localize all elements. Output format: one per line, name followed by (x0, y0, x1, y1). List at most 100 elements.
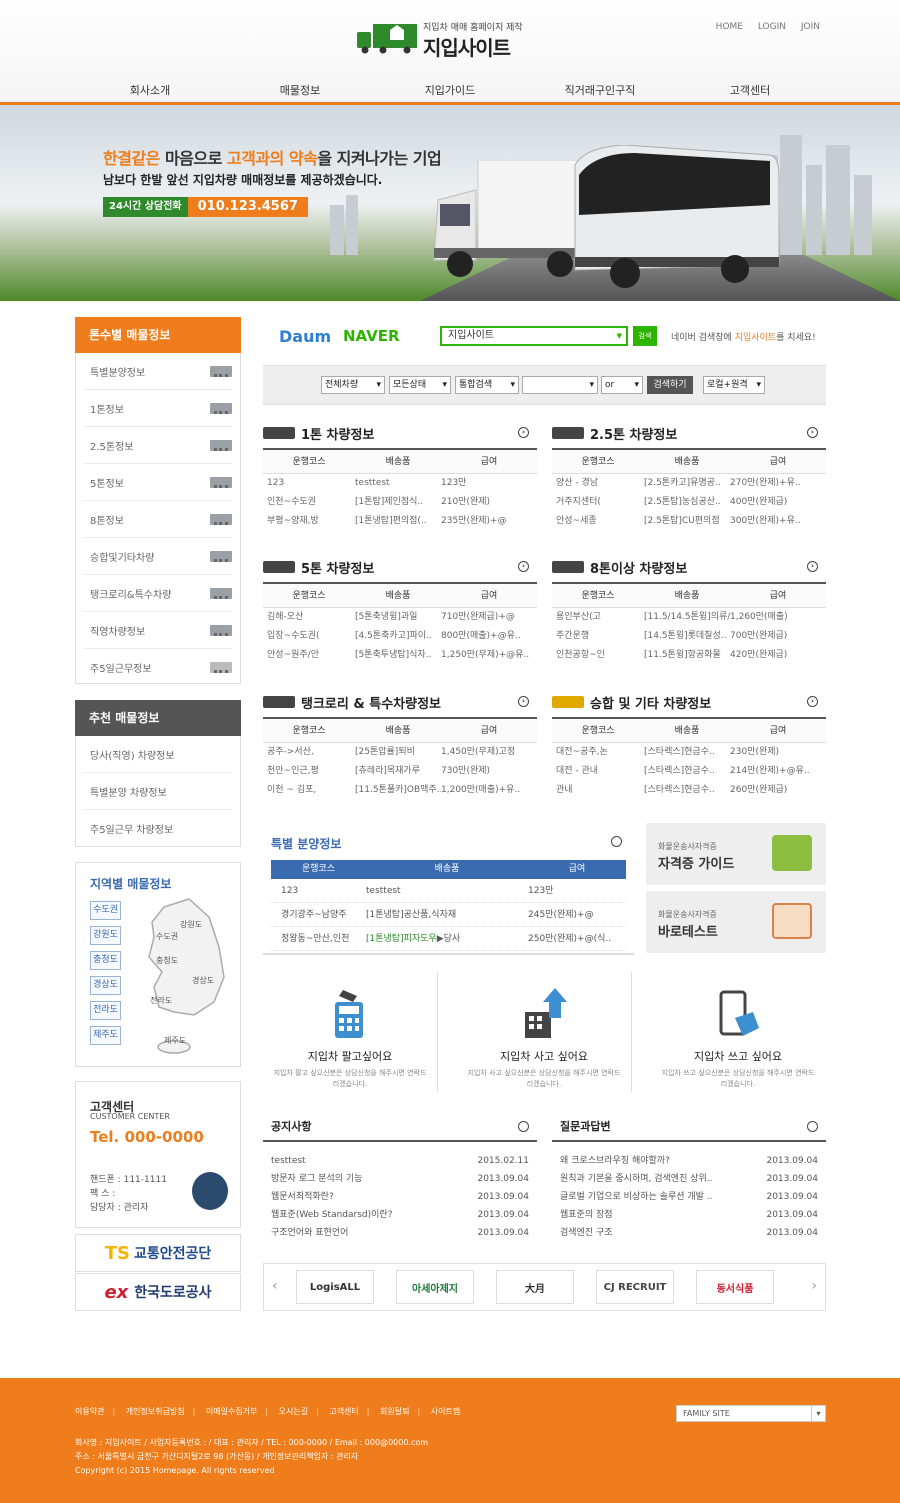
table-row[interactable]: 관내 [스타렉스]현금수.. 260만(완제급) (552, 781, 826, 800)
table-row[interactable]: 김해-오산 [5톤축냉윙]과일 710만(완제급)+@ (263, 608, 537, 627)
region-chungcheong[interactable]: 충청도 (90, 951, 121, 970)
rec-5day[interactable]: 주5일근무 차량정보 (84, 810, 232, 847)
partner-asia[interactable]: 아세아제지 (396, 1270, 474, 1304)
home-link[interactable]: HOME (716, 22, 743, 32)
footer-email-refuse[interactable]: 이메일수집거부 (206, 1407, 258, 1416)
nav-company[interactable]: 회사소개 (75, 80, 225, 102)
site-logo[interactable]: 지입차 매매 홈페이지 제작 지입사이트 (357, 18, 527, 60)
service-use[interactable]: 지입차 쓰고 싶어요 지입차 쓰고 싶으신분은 상담신청을 해주시면 연락드리겠… (641, 972, 835, 1098)
service-buy[interactable]: 지입차 사고 싶어요 지입차 사고 싶으신분은 상담신청을 해주시면 연락드리겠… (447, 972, 641, 1098)
list-item[interactable]: 원칙과 기본을 중시하며, 검색엔진 상위.. 2013.09.04 (552, 1170, 826, 1188)
more-icon[interactable]: › (807, 427, 818, 438)
table-row[interactable]: 인천~수도권 [1톤탑]제인점식.. 210만(완제) (263, 493, 537, 512)
more-icon[interactable]: › (807, 561, 818, 572)
table-row[interactable]: 정왕동~안산,인천 [1톤냉탑]피자도우▶당사 250만(완제)+@(식.. (271, 927, 626, 951)
list-item[interactable]: 검색엔진 구조 2013.09.04 (552, 1224, 826, 1242)
board-title[interactable]: 탱크로리 & 특수차량정보 › (263, 687, 537, 719)
footer-sitemap[interactable]: 사이트맵 (431, 1407, 460, 1416)
join-link[interactable]: JOIN (801, 22, 820, 32)
list-item[interactable]: testtest 2015.02.11 (263, 1152, 537, 1170)
nav-jobs[interactable]: 직거래구인구직 (525, 80, 675, 102)
quick-test-banner[interactable]: 화물운송사자격증 바로테스트 (646, 891, 826, 953)
table-row[interactable]: 천안~인근,평 [츄레라]목재가루 730만(완제) (263, 762, 537, 781)
region-capital[interactable]: 수도권 (90, 901, 121, 920)
more-icon[interactable] (807, 1121, 818, 1132)
list-item[interactable]: 왜 크로스브라우징 해야할까? 2013.09.04 (552, 1152, 826, 1170)
table-row[interactable]: 공주->서산, [25톤압률]퇴비 1,450만(무제)고정 (263, 743, 537, 762)
table-row[interactable]: 경기광주~남양주 [1톤냉탑]공산품,식자재 245만(완제)+@ (271, 903, 626, 927)
region-gyeongsang[interactable]: 경상도 (90, 976, 121, 995)
list-item[interactable]: 글로벌 기업으로 비상하는 솔루션 개발 .. 2013.09.04 (552, 1188, 826, 1206)
chevron-left-icon[interactable]: ‹ (272, 1278, 278, 1294)
menu-tank[interactable]: 탱크로리&특수차량 (84, 575, 232, 612)
menu-5day[interactable]: 주5일근무정보 (84, 649, 232, 686)
table-row[interactable]: 인천공항~인 [11.5톤윙]항공화물 420만(완제급) (552, 646, 826, 665)
menu-1ton[interactable]: 1톤정보 (84, 390, 232, 427)
filter-keyword-input[interactable] (522, 376, 598, 394)
table-row[interactable]: 안성~원주/안 [5톤축투냉탑]식자.. 1,250만(무제)+@유.. (263, 646, 537, 665)
nav-listings[interactable]: 매물정보 (225, 80, 375, 102)
list-item[interactable]: 웹문서최적화란? 2013.09.04 (263, 1188, 537, 1206)
footer-directions[interactable]: 오시는길 (279, 1407, 308, 1416)
board-title[interactable]: 1톤 차량정보 › (263, 418, 537, 450)
partner-cj[interactable]: CJ RECRUIT (596, 1270, 674, 1304)
table-row[interactable]: 거주지센터([2.5톤탑]농심공산.. 400만(완제급) (552, 493, 826, 512)
table-row[interactable]: 대전 - 관내 [스타렉스]현금수.. 214만(완제)+@유.. (552, 762, 826, 781)
menu-direct[interactable]: 직영차량정보 (84, 612, 232, 649)
board-title[interactable]: 5톤 차량정보 › (263, 552, 537, 584)
table-row[interactable]: 부평~양재,방 [1톤냉탑]편의점(.. 235만(완제)+@ (263, 512, 537, 531)
filter-search-button[interactable]: 검색하기 (647, 376, 693, 394)
menu-2-5ton[interactable]: 2.5톤정보 (84, 427, 232, 464)
board-title[interactable]: 8톤이상 차량정보 › (552, 552, 826, 584)
board-title[interactable]: 2.5톤 차량정보 › (552, 418, 826, 450)
region-gangwon[interactable]: 강원도 (90, 926, 121, 945)
search-scope-select[interactable]: 통합검색 (455, 376, 519, 394)
status-select[interactable]: 모든상태 (389, 376, 451, 394)
footer-terms[interactable]: 이용약관 (75, 1407, 104, 1416)
footer-privacy[interactable]: 개인정보취급방침 (126, 1407, 185, 1416)
table-row[interactable]: 123 testtest 123만 (271, 879, 626, 903)
partner-dongsuh[interactable]: 동서식품 (696, 1270, 774, 1304)
service-sell[interactable]: 지입차 팔고싶어요 지입차 팔고 싶으신분은 상담신청을 해주시면 연락드리겠습… (253, 972, 447, 1098)
ts-banner[interactable]: TS 교통안전공단 (75, 1234, 241, 1272)
login-link[interactable]: LOGIN (758, 22, 786, 32)
nav-support[interactable]: 고객센터 (675, 80, 825, 102)
board-title[interactable]: 승합 및 기타 차량정보 › (552, 687, 826, 719)
table-row[interactable]: 123 testtest 123만 (263, 474, 537, 493)
footer-support[interactable]: 고객센터 (329, 1407, 358, 1416)
search-button[interactable]: 검색 (633, 326, 657, 346)
consult-call[interactable]: 24시간 상담전화 010.123.4567 (103, 197, 308, 217)
partner-logisall[interactable]: LogisALL (296, 1270, 374, 1304)
region-jeju[interactable]: 제주도 (90, 1026, 121, 1045)
more-icon[interactable]: › (518, 696, 529, 707)
location-select[interactable]: 로컬+원격 (703, 376, 765, 394)
family-site-select[interactable]: FAMILY SITE ▾ (676, 1405, 826, 1422)
chevron-right-icon[interactable]: › (811, 1278, 817, 1294)
table-row[interactable]: 안성~세종 [2.5톤탑]CU편의점 300만(완제)+유.. (552, 512, 826, 531)
menu-5ton[interactable]: 5톤정보 (84, 464, 232, 501)
table-row[interactable]: 양산 - 경남 [2.5톤카고]유명공.. 270만(완제)+유.. (552, 474, 826, 493)
notice-title[interactable]: 공지사항 (263, 1112, 537, 1142)
menu-van[interactable]: 승합및기타차량 (84, 538, 232, 575)
more-icon[interactable]: › (807, 696, 818, 707)
special-title[interactable]: 특별 분양정보 (271, 835, 341, 852)
rec-direct[interactable]: 당사(직영) 차량정보 (84, 736, 232, 773)
ex-banner[interactable]: ex 한국도로공사 (75, 1273, 241, 1311)
more-icon[interactable]: › (518, 561, 529, 572)
region-jeolla[interactable]: 전라도 (90, 1001, 121, 1020)
table-row[interactable]: 이천 ~ 김포, [11.5톤풀카]OB맥주.. 1,200만(매출)+유.. (263, 781, 537, 800)
qna-title[interactable]: 질문과답변 (552, 1112, 826, 1142)
footer-withdraw[interactable]: 회원탈퇴 (380, 1407, 409, 1416)
nav-guide[interactable]: 지입가이드 (375, 80, 525, 102)
table-row[interactable]: 대전~공주,논 [스타렉스]현금수.. 230만(완제) (552, 743, 826, 762)
rec-special[interactable]: 특별분양 차량정보 (84, 773, 232, 810)
list-item[interactable]: 방문자 로그 분석의 기능 2013.09.04 (263, 1170, 537, 1188)
table-row[interactable]: 입장~수도권([4.5톤축카고]파이.. 800만(매출)+@유.. (263, 627, 537, 646)
partner-daewol[interactable]: 大月 (496, 1270, 574, 1304)
list-item[interactable]: 구조언어와 표현언어 2013.09.04 (263, 1224, 537, 1242)
search-input[interactable]: 지입사이트 ▼ (440, 326, 628, 346)
more-icon[interactable] (611, 836, 622, 847)
list-item[interactable]: 웹표준의 장점 2013.09.04 (552, 1206, 826, 1224)
more-icon[interactable]: › (518, 427, 529, 438)
vehicle-type-select[interactable]: 전체차량 (321, 376, 385, 394)
